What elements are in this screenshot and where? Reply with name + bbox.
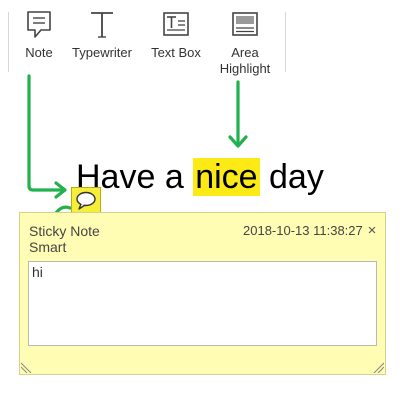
resize-grip-right-icon[interactable] [372,361,384,373]
tool-area-highlight-button[interactable]: Area Highlight [216,8,274,77]
toolbar-divider-right [285,12,286,72]
sticky-note-marker[interactable] [71,187,101,213]
annotation-toolbar: Note Typewriter Text Box Area Highlight [0,0,417,80]
close-icon[interactable]: × [365,223,379,238]
note-arrow-icon [27,74,66,192]
tool-typewriter-label: Typewriter [72,45,132,60]
tool-note-button[interactable]: Note [19,8,59,61]
sticky-note-content-input[interactable]: hi [28,261,377,346]
tool-text-box-label: Text Box [151,45,201,60]
speech-bubble-icon [76,191,96,210]
sticky-note-title: Sticky Note Smart [29,223,100,255]
note-arrow-head-icon [54,181,67,199]
tool-note-label: Note [25,45,53,60]
area-highlight-icon [232,12,258,36]
tool-text-box-button[interactable]: Text Box [147,8,205,61]
tool-area-highlight-label: Area Highlight [219,45,271,76]
toolbar-divider-left [8,12,9,72]
document-text-line: Have a nice day [76,156,324,198]
document-text-after: day [259,158,324,196]
typewriter-icon [91,12,113,38]
note-icon [27,11,51,38]
sticky-note-date: 2018-10-13 11:38:27 [243,223,363,238]
highlighted-word[interactable]: nice [193,158,260,196]
highlight-arrow-head-icon [228,135,248,148]
tool-typewriter-button[interactable]: Typewriter [69,8,135,61]
text-box-icon [163,12,189,36]
sticky-note-popup[interactable]: Sticky Note Smart 2018-10-13 11:38:27 × … [19,212,386,375]
resize-grip-left-icon[interactable] [21,361,33,373]
